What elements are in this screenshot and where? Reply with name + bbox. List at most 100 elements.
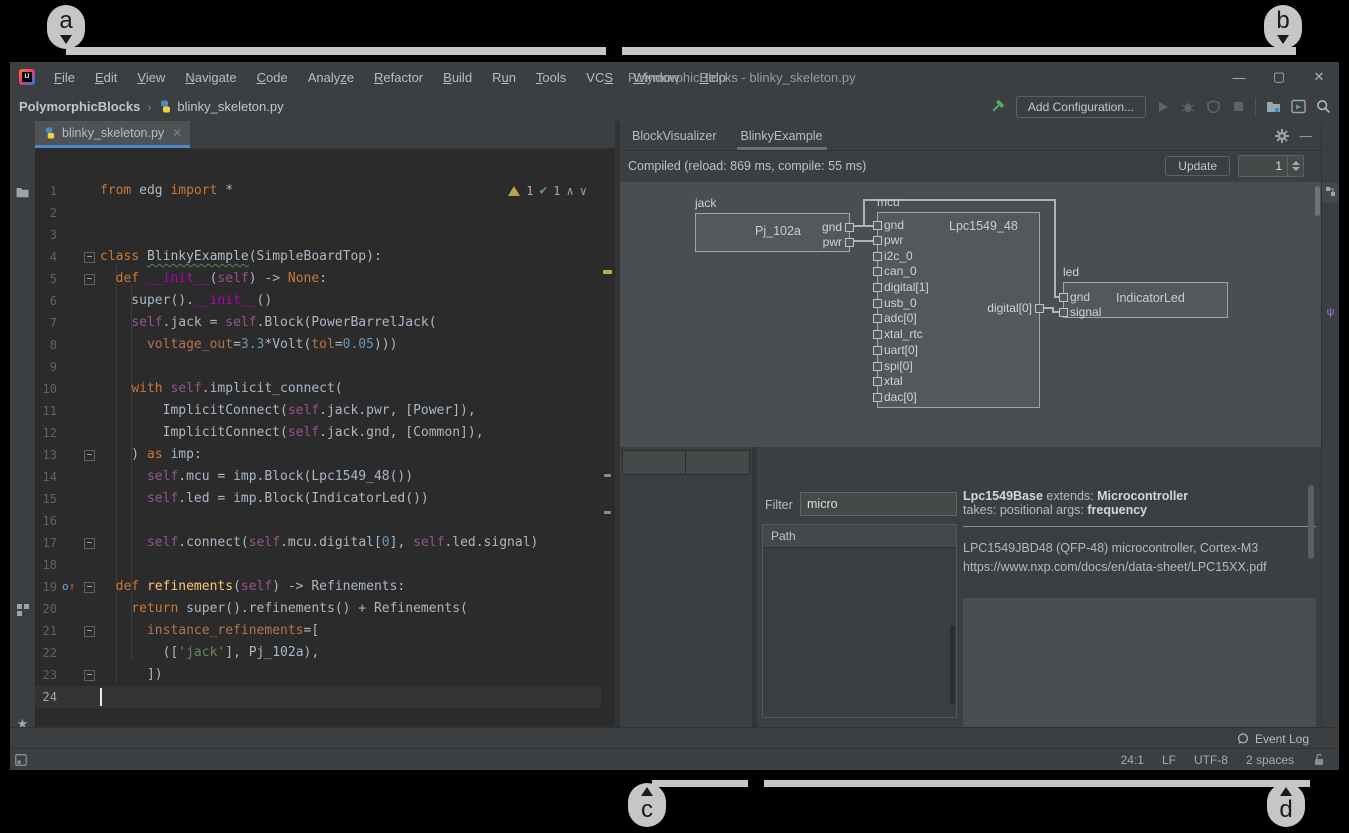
caret-position[interactable]: 24:1 [1121,753,1144,767]
panel-splitter[interactable] [752,447,757,728]
code-area[interactable]: 1 ✔ 1 ∧ ∨ 1from edg import *234class Bli… [35,148,615,728]
port-xtal_rtc[interactable] [873,330,882,339]
code-line[interactable]: 16 [35,510,615,532]
menu-item-view[interactable]: View [128,67,174,88]
menu-item-run[interactable]: Run [483,67,525,88]
code-line[interactable]: 12 ImplicitConnect(self.jack.gnd, [Commo… [35,422,615,444]
tab-blockvisualizer[interactable]: BlockVisualizer [620,122,729,150]
tab-blinky-skeleton[interactable]: blinky_skeleton.py ✕ [35,121,190,148]
code-line[interactable]: 4class BlinkyExample(SimpleBoardTop): [35,246,615,268]
fold-marker-icon[interactable] [84,274,95,285]
menu-item-tools[interactable]: Tools [527,67,575,88]
library-preview-diagram[interactable] [963,598,1316,728]
build-hammer-icon[interactable] [991,99,1007,115]
code-line[interactable]: 1from edg import * [35,180,615,202]
code-line[interactable]: 10 with self.implicit_connect( [35,378,615,400]
tool-windows-icon[interactable] [1290,99,1306,115]
fold-marker-icon[interactable] [84,450,95,461]
fold-marker-icon[interactable] [84,626,95,637]
debug-icon[interactable] [1180,99,1196,115]
scrollbar-thumb[interactable] [950,625,955,705]
code-line[interactable]: 21 instance_refinements=[ [35,620,615,642]
menu-item-refactor[interactable]: Refactor [365,67,432,88]
gear-icon[interactable] [1274,128,1290,144]
menu-item-file[interactable]: File [45,67,84,88]
fold-marker-icon[interactable] [84,538,95,549]
hide-panel-icon[interactable]: — [1300,129,1313,143]
sidebar-item-structure[interactable] [10,599,35,617]
sidebar-item-psiviewer[interactable]: ψ [1322,307,1339,322]
column-header-class[interactable] [685,450,750,475]
line-separator[interactable]: LF [1162,753,1176,767]
minimize-button[interactable]: — [1219,62,1259,92]
menu-item-analyze[interactable]: Analyze [299,67,363,88]
port-gnd[interactable] [845,223,854,232]
file-encoding[interactable]: UTF-8 [1194,753,1228,767]
code-line[interactable]: 18 [35,554,615,576]
code-line[interactable]: 15 self.led = imp.Block(IndicatorLed()) [35,488,615,510]
code-line[interactable]: 22 (['jack'], Pj_102a), [35,642,615,664]
unlock-icon[interactable] [1312,753,1325,766]
port-i2c_0[interactable] [873,252,882,261]
port-xtal[interactable] [873,377,882,386]
filter-input[interactable]: micro [800,492,957,516]
port-digital[0][interactable] [1035,304,1044,313]
update-button[interactable]: Update [1165,156,1230,176]
close-button[interactable]: ✕ [1299,62,1339,92]
fold-marker-icon[interactable] [84,252,95,263]
scrollbar-thumb[interactable] [1308,485,1314,559]
port-can_0[interactable] [873,267,882,276]
menu-item-code[interactable]: Code [248,67,297,88]
run-icon[interactable] [1155,99,1171,115]
port-dac[0][interactable] [873,393,882,402]
editor[interactable]: blinky_skeleton.py ✕ 1 ✔ 1 ∧ ∨ [35,121,615,728]
breadcrumb-project[interactable]: PolymorphicBlocks [19,99,140,114]
port-adc[0][interactable] [873,314,882,323]
detail-link[interactable]: https://www.nxp.com/docs/en/data-sheet/L… [963,560,1316,574]
code-line[interactable]: 8 voltage_out=3.3*Volt(tol=0.05))) [35,334,615,356]
block-diagram[interactable]: jackPj_102agndpwrmcuLpc1549_48gndpwri2c_… [620,182,1322,447]
depth-spinner[interactable]: 1 [1238,155,1304,177]
code-line[interactable]: 3 [35,224,615,246]
override-marker-icon[interactable]: o↑ [62,576,75,598]
event-log-button[interactable]: Event Log [1237,732,1309,746]
tool-window-toggle-icon[interactable] [14,753,28,767]
code-line[interactable]: 7 self.jack = self.Block(PowerBarrelJack… [35,312,615,334]
code-line[interactable]: 13 ) as imp: [35,444,615,466]
scrollbar-thumb[interactable] [1315,186,1320,216]
column-header-path[interactable] [622,450,686,475]
menu-item-navigate[interactable]: Navigate [176,67,245,88]
sidebar-item-project[interactable] [10,185,35,203]
port-usb_0[interactable] [873,299,882,308]
port-digital[1][interactable] [873,283,882,292]
port-gnd[interactable] [1059,293,1068,302]
fold-marker-icon[interactable] [84,670,95,681]
code-line[interactable]: 24 [35,686,615,708]
code-line[interactable]: 6 super().__init__() [35,290,615,312]
sidebar-item-blockvisualizer[interactable] [1322,183,1339,203]
tree-header-path[interactable]: Path [763,525,956,548]
port-pwr[interactable] [873,236,882,245]
port-pwr[interactable] [845,238,854,247]
code-line[interactable]: 19o↑ def refinements(self) -> Refinement… [35,576,615,598]
restore-button[interactable]: ▢ [1259,62,1299,92]
code-line[interactable]: 9 [35,356,615,378]
breadcrumb-file[interactable]: blinky_skeleton.py [177,99,283,114]
search-icon[interactable] [1315,99,1331,115]
port-uart[0][interactable] [873,346,882,355]
code-line[interactable]: 2 [35,202,615,224]
port-signal[interactable] [1059,308,1068,317]
menu-item-vcs[interactable]: VCS [577,67,622,88]
close-tab-icon[interactable]: ✕ [172,126,182,140]
code-line[interactable]: 14 self.mcu = imp.Block(Lpc1549_48()) [35,466,615,488]
code-line[interactable]: 11 ImplicitConnect(self.jack.pwr, [Power… [35,400,615,422]
code-line[interactable]: 5 def __init__(self) -> None: [35,268,615,290]
menu-item-build[interactable]: Build [434,67,481,88]
spinner-up-icon[interactable] [1292,161,1300,165]
stop-icon[interactable] [1230,99,1246,115]
menu-item-edit[interactable]: Edit [86,67,126,88]
port-gnd[interactable] [873,221,882,230]
indent-setting[interactable]: 2 spaces [1246,753,1294,767]
code-line[interactable]: 20 return super().refinements() + Refine… [35,598,615,620]
code-line[interactable]: 23 ]) [35,664,615,686]
